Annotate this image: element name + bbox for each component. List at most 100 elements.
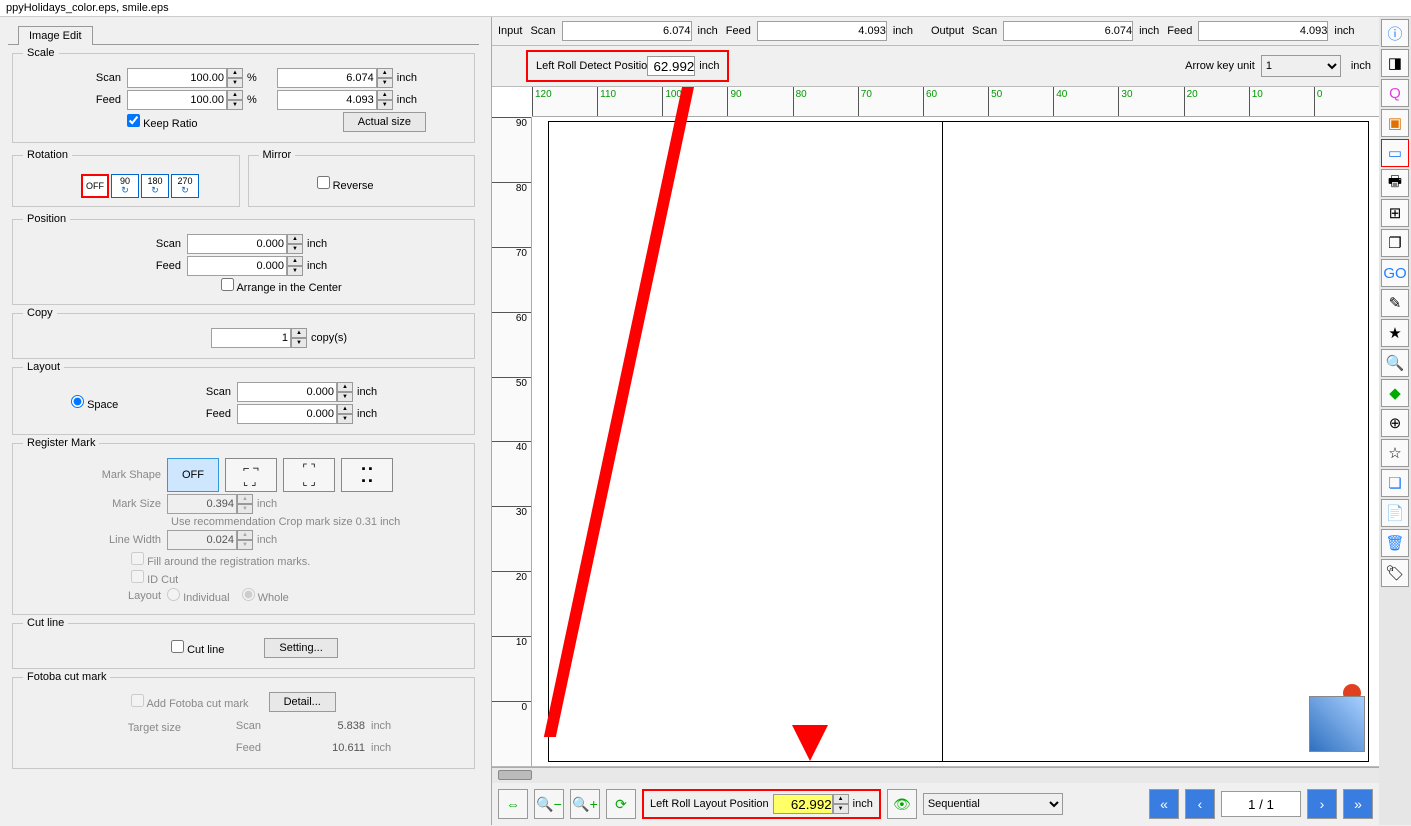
left-roll-detect-input[interactable] (647, 56, 695, 76)
star-icon[interactable]: ☆ (1381, 439, 1409, 467)
quality-icon[interactable]: Q (1381, 79, 1409, 107)
reverse-check[interactable]: Reverse (317, 180, 374, 192)
title-bar: ppyHolidays_color.eps, smile.eps (0, 0, 1411, 17)
go-icon[interactable]: GO (1381, 259, 1409, 287)
mark-size-input (167, 494, 237, 514)
right-toolbar: ⓘ ◨ Q ▣ ▭ 🖶 ⊞ ❐ GO ✎ ★ 🔍 ◆ ⊕ ☆ ❏ 📄 🗑 🏷 (1379, 17, 1411, 825)
mark-shape-3-button[interactable]: ▪ ▪▪ ▪ (341, 458, 393, 492)
layout-scan-input[interactable] (237, 382, 337, 402)
scale-feed-val-spinner[interactable]: ▲▼ (377, 90, 393, 110)
ruler-h-tick: 120 (532, 87, 597, 116)
cut-line-check[interactable]: Cut line (171, 640, 224, 656)
copies-icon[interactable]: ❐ (1381, 229, 1409, 257)
image-thumbnail[interactable] (1309, 696, 1365, 752)
keep-ratio-check[interactable]: Keep Ratio (127, 114, 198, 130)
ruler-h-tick: 80 (793, 87, 858, 116)
copy-input[interactable] (211, 328, 291, 348)
output-feed-field[interactable] (1198, 21, 1328, 41)
layout-mode-select[interactable]: Sequential (923, 793, 1063, 815)
origin-icon[interactable]: ◨ (1381, 49, 1409, 77)
group-scale: Scale Scan ▲▼ % ▲▼ inch Feed ▲▼ % ▲▼ inc… (12, 53, 475, 143)
ruler-vertical: 0102030405060708090 (492, 117, 532, 766)
left-roll-layout-input[interactable] (773, 794, 833, 814)
ruler-v-tick: 10 (492, 636, 531, 701)
duplicate-icon[interactable]: ❏ (1381, 469, 1409, 497)
rotation-90-button[interactable]: 90↻ (111, 174, 139, 198)
label-icon[interactable]: 🏷 (1381, 559, 1409, 587)
pager-input[interactable] (1221, 791, 1301, 817)
layout-individual-radio: Individual (167, 588, 230, 604)
actual-size-button[interactable]: Actual size (343, 112, 426, 132)
tiling-icon[interactable]: ⊞ (1381, 199, 1409, 227)
scale-scan-pct-spinner[interactable]: ▲▼ (227, 68, 243, 88)
page-icon[interactable]: ▭ (1381, 139, 1409, 167)
ruler-h-tick: 90 (727, 87, 792, 116)
refresh-button[interactable]: ⟳ (606, 789, 636, 819)
output-scan-field[interactable] (1003, 21, 1133, 41)
first-page-button[interactable]: « (1149, 789, 1179, 819)
next-page-button[interactable]: › (1307, 789, 1337, 819)
zoom-in-button[interactable]: 🔍+ (570, 789, 600, 819)
zoom-out-button[interactable]: 🔍− (534, 789, 564, 819)
fotoba-detail-button[interactable]: Detail... (269, 692, 336, 712)
rotation-off-button[interactable]: OFF (81, 174, 109, 198)
rotation-180-button[interactable]: 180↻ (141, 174, 169, 198)
center-panel: Input Scan inch Feed inch Output Scan in… (492, 17, 1379, 825)
layout-feed-input[interactable] (237, 404, 337, 424)
crop-icon[interactable]: ▣ (1381, 109, 1409, 137)
target-icon[interactable]: ⊕ (1381, 409, 1409, 437)
space-radio[interactable]: Space (71, 399, 118, 411)
scale-feed-pct-input[interactable] (127, 90, 227, 110)
ruler-h-tick: 100 (662, 87, 727, 116)
left-roll-layout-label: Left Roll Layout Position (650, 798, 769, 810)
group-register-mark: Register Mark Mark Shape OFF ⌐ ¬⌞ ⌟ ⌜ ⌝⌞… (12, 443, 475, 615)
horizontal-scrollbar[interactable] (492, 767, 1379, 783)
group-copy: Copy ▲▼ copy(s) (12, 313, 475, 359)
tab-image-edit[interactable]: Image Edit (18, 26, 93, 45)
mark-shape-off-button[interactable]: OFF (167, 458, 219, 492)
fit-button[interactable]: ⇔ (498, 789, 528, 819)
mark-shape-1-button[interactable]: ⌐ ¬⌞ ⌟ (225, 458, 277, 492)
fill-marks-check: Fill around the registration marks. (131, 552, 310, 568)
last-page-button[interactable]: » (1343, 789, 1373, 819)
second-bar: Left Roll Detect Positio inch Arrow key … (492, 46, 1379, 87)
scale-feed-label: Feed (21, 94, 121, 106)
line-width-input (167, 530, 237, 550)
note-icon[interactable]: ✎ (1381, 289, 1409, 317)
fotoba-check: Add Fotoba cut mark (131, 694, 249, 710)
mark-shape-2-button[interactable]: ⌜ ⌝⌞ ⌟ (283, 458, 335, 492)
fotoba-scan-val (267, 716, 367, 736)
cut-line-setting-button[interactable]: Setting... (264, 638, 337, 658)
prev-page-button[interactable]: ‹ (1185, 789, 1215, 819)
input-label: Input (498, 25, 522, 37)
group-cut-line: Cut line Cut line Setting... (12, 623, 475, 669)
group-layout: Layout Space Scan ▲▼ inch Feed ▲▼ inch (12, 367, 475, 435)
position-feed-input[interactable] (187, 256, 287, 276)
eye-button[interactable]: 👁 (887, 789, 917, 819)
bottom-bar: ⇔ 🔍− 🔍+ ⟳ Left Roll Layout Position ▲▼ i… (492, 783, 1379, 825)
info-icon[interactable]: ⓘ (1381, 19, 1409, 47)
arrange-center-check[interactable]: Arrange in the Center (221, 278, 342, 294)
input-scan-field[interactable] (562, 21, 692, 41)
printer-icon[interactable]: 🖶 (1381, 169, 1409, 197)
scale-scan-pct-input[interactable] (127, 68, 227, 88)
group-fotoba: Fotoba cut mark Add Fotoba cut mark Deta… (12, 677, 475, 769)
rotation-270-button[interactable]: 270↻ (171, 174, 199, 198)
copy-icon[interactable]: 📄 (1381, 499, 1409, 527)
position-scan-input[interactable] (187, 234, 287, 254)
scale-scan-val-spinner[interactable]: ▲▼ (377, 68, 393, 88)
arrow-key-unit-select[interactable]: 1 (1261, 55, 1341, 77)
layers-icon[interactable]: ◆ (1381, 379, 1409, 407)
trash-icon[interactable]: 🗑 (1381, 529, 1409, 557)
input-feed-field[interactable] (757, 21, 887, 41)
ruler-v-tick: 50 (492, 377, 531, 442)
mark-rec-text: Use recommendation Crop mark size 0.31 i… (171, 516, 400, 528)
canvas-area[interactable]: 1201101009080706050403020100 01020304050… (492, 87, 1379, 767)
ruler-v-tick: 70 (492, 247, 531, 312)
ruler-h-tick: 50 (988, 87, 1053, 116)
search-icon[interactable]: 🔍 (1381, 349, 1409, 377)
scale-scan-val-input[interactable] (277, 68, 377, 88)
scale-feed-pct-spinner[interactable]: ▲▼ (227, 90, 243, 110)
scale-feed-val-input[interactable] (277, 90, 377, 110)
bookmark-icon[interactable]: ★ (1381, 319, 1409, 347)
